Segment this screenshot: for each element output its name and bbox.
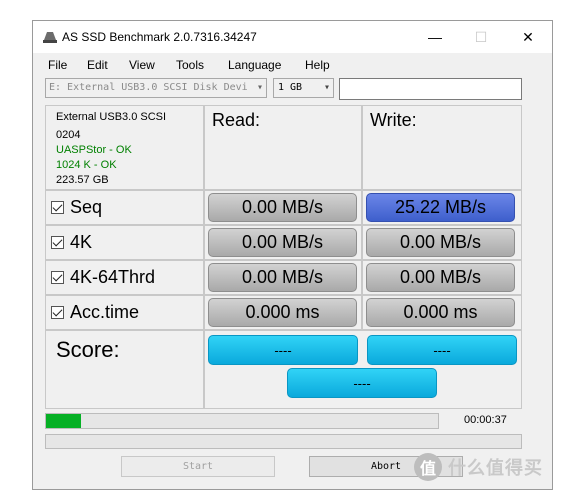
- 4k-label: 4K: [70, 232, 93, 252]
- seq-write-cell: 25.22 MB/s: [363, 191, 521, 224]
- disk-icon: [43, 32, 57, 43]
- drive-select[interactable]: E: External USB3.0 SCSI Disk Devi ▾: [45, 78, 267, 98]
- test-size-select[interactable]: 1 GB ▾: [273, 78, 334, 98]
- score-label: Score:: [56, 337, 120, 362]
- menu-bar: File Edit View Tools Language Help: [33, 54, 552, 74]
- secondary-progress-bar: [45, 434, 522, 449]
- score-label-cell: Score:: [46, 331, 203, 408]
- 4k64-checkbox-label[interactable]: 4K-64Thrd: [51, 267, 155, 288]
- title-bar: AS SSD Benchmark 2.0.7316.34247 — ☐ ✕: [33, 21, 552, 53]
- menu-language[interactable]: Language: [228, 58, 281, 72]
- 4k-write-result: 0.00 MB/s: [366, 228, 515, 257]
- maximize-button[interactable]: ☐: [458, 21, 504, 53]
- seq-read-result: 0.00 MB/s: [208, 193, 357, 222]
- 4k64-write-cell: 0.00 MB/s: [363, 261, 521, 294]
- minimize-button[interactable]: —: [412, 21, 458, 53]
- start-button[interactable]: Start: [121, 456, 275, 477]
- 4k-write-cell: 0.00 MB/s: [363, 226, 521, 259]
- seq-checkbox-label[interactable]: Seq: [51, 197, 102, 218]
- 4k-read-result: 0.00 MB/s: [208, 228, 357, 257]
- 4k64-write-result: 0.00 MB/s: [366, 263, 515, 292]
- 4k64-read-result: 0.00 MB/s: [208, 263, 357, 292]
- write-header: Write:: [370, 110, 417, 130]
- window-title: AS SSD Benchmark 2.0.7316.34247: [62, 30, 257, 44]
- text-field[interactable]: [339, 78, 522, 100]
- capacity: 223.57 GB: [56, 174, 109, 186]
- chevron-down-icon: ▾: [323, 82, 330, 93]
- close-button[interactable]: ✕: [505, 21, 551, 53]
- seq-label: Seq: [70, 197, 103, 217]
- maximize-icon: ☐: [474, 28, 488, 45]
- elapsed-time: 00:00:37: [464, 414, 507, 426]
- watermark-logo-icon: 值: [414, 453, 442, 481]
- firmware-version: 0204: [56, 129, 81, 141]
- read-header-cell: Read:: [205, 106, 361, 189]
- menu-view[interactable]: View: [129, 58, 155, 72]
- drive-select-value: E: External USB3.0 SCSI Disk Devi: [49, 82, 248, 93]
- drive-info: External USB3.0 SCSI 0204 UASPStor - OK …: [46, 106, 203, 189]
- app-window: AS SSD Benchmark 2.0.7316.34247 — ☐ ✕ Fi…: [32, 20, 553, 490]
- score-values-cell: ---- ---- ----: [205, 331, 521, 408]
- read-header: Read:: [212, 110, 261, 130]
- menu-edit[interactable]: Edit: [87, 58, 108, 72]
- acctime-checkbox[interactable]: [51, 306, 64, 319]
- menu-file[interactable]: File: [48, 58, 67, 72]
- total-score: ----: [287, 368, 437, 398]
- menu-tools[interactable]: Tools: [176, 58, 204, 72]
- driver-status: UASPStor - OK: [56, 144, 132, 156]
- minimize-icon: —: [428, 29, 442, 45]
- 4k-checkbox-label[interactable]: 4K: [51, 232, 92, 253]
- row-4k64-label-cell: 4K-64Thrd: [46, 261, 203, 294]
- close-icon: ✕: [522, 28, 534, 45]
- acctime-read-result: 0.000 ms: [208, 298, 357, 327]
- results-panel: External USB3.0 SCSI 0204 UASPStor - OK …: [45, 105, 522, 409]
- row-4k-label-cell: 4K: [46, 226, 203, 259]
- 4k64-checkbox[interactable]: [51, 271, 64, 284]
- alignment-status: 1024 K - OK: [56, 159, 117, 171]
- menu-help[interactable]: Help: [305, 58, 330, 72]
- test-size-value: 1 GB: [278, 82, 303, 93]
- acctime-label: Acc.time: [70, 302, 140, 322]
- 4k64-label: 4K-64Thrd: [70, 267, 156, 287]
- seq-read-cell: 0.00 MB/s: [205, 191, 361, 224]
- acctime-checkbox-label[interactable]: Acc.time: [51, 302, 139, 323]
- progress-fill: [46, 414, 82, 428]
- 4k64-read-cell: 0.00 MB/s: [205, 261, 361, 294]
- watermark: 值 什么值得买: [414, 452, 579, 482]
- 4k-read-cell: 0.00 MB/s: [205, 226, 361, 259]
- 4k-checkbox[interactable]: [51, 236, 64, 249]
- acctime-write-cell: 0.000 ms: [363, 296, 521, 329]
- device-name: External USB3.0 SCSI: [56, 111, 167, 123]
- write-header-cell: Write:: [363, 106, 521, 189]
- row-acctime-label-cell: Acc.time: [46, 296, 203, 329]
- write-score: ----: [367, 335, 517, 365]
- row-seq-label-cell: Seq: [46, 191, 203, 224]
- seq-write-result: 25.22 MB/s: [366, 193, 515, 222]
- progress-bar: [45, 413, 439, 429]
- chevron-down-icon: ▾: [256, 82, 263, 93]
- seq-checkbox[interactable]: [51, 201, 64, 214]
- acctime-write-result: 0.000 ms: [366, 298, 515, 327]
- watermark-text: 什么值得买: [448, 458, 543, 478]
- read-score: ----: [208, 335, 358, 365]
- acctime-read-cell: 0.000 ms: [205, 296, 361, 329]
